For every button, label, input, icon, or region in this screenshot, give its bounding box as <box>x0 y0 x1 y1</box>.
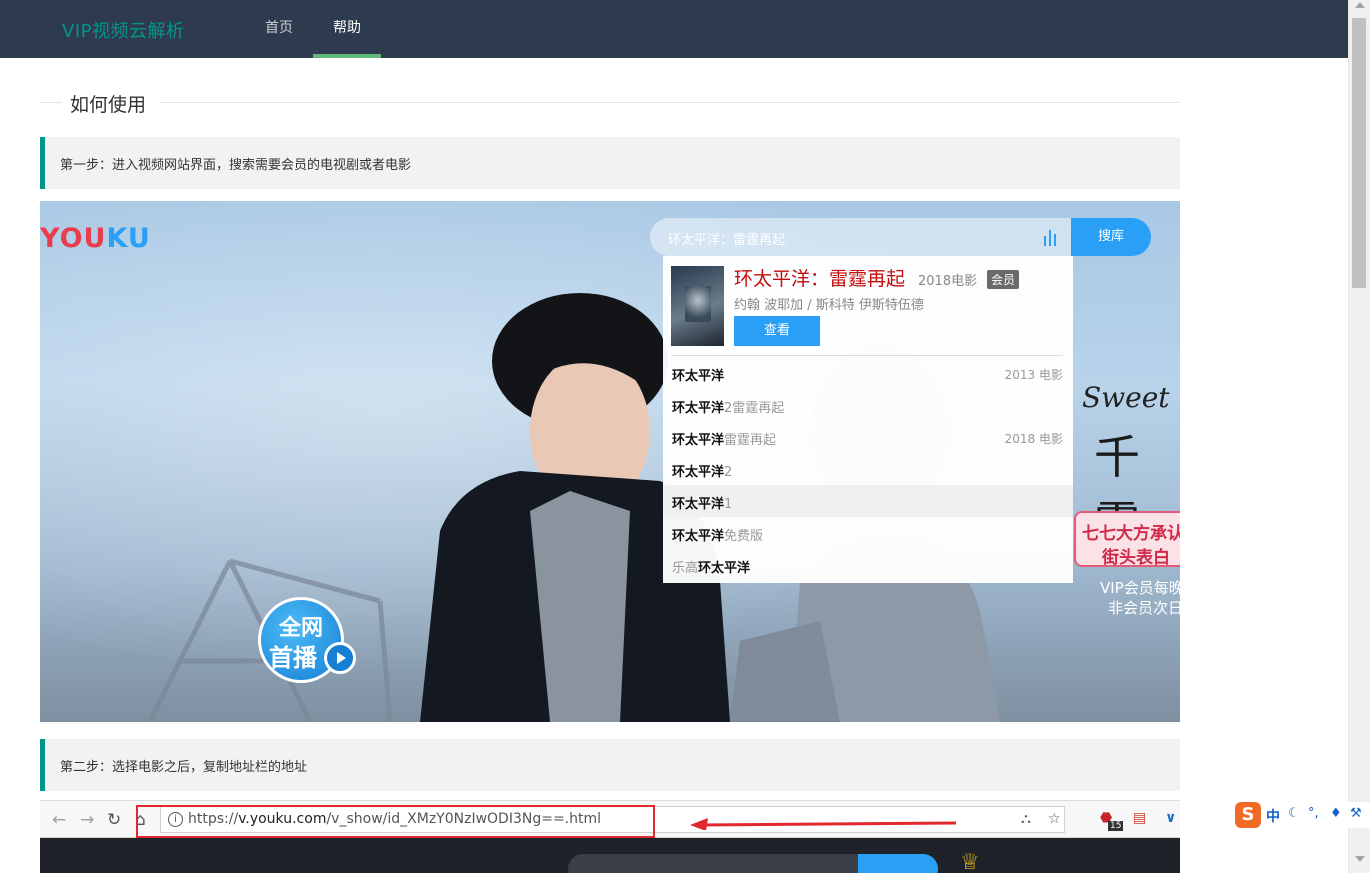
poster-caption-line2: 街头表白 <box>1102 548 1170 568</box>
scroll-down-arrow-icon[interactable] <box>1355 856 1365 862</box>
ime-toolbar[interactable]: S 中 ☾ °, ♦ ⚒ <box>1232 802 1370 828</box>
scroll-thumb[interactable] <box>1352 18 1366 288</box>
youku-logo[interactable]: YOUKU <box>40 223 151 254</box>
shirt-icon[interactable]: ♦ <box>1330 806 1342 821</box>
active-tab-indicator <box>313 54 381 58</box>
youku-logo-you: YOU <box>40 223 107 254</box>
reload-icon[interactable]: ↻ <box>107 810 121 830</box>
sogou-logo-icon[interactable]: S <box>1235 802 1261 828</box>
scroll-up-arrow-icon[interactable] <box>1355 2 1365 8</box>
suggestion-keyword: 环太平洋 <box>672 529 725 544</box>
youku-search-screenshot: YOUKU 环太平洋：雷霆再起 搜库 环太平洋：雷霆再起 2018电影 会员 约… <box>40 201 1180 722</box>
suggestion-rest: 2 <box>724 465 733 480</box>
suggestion-rest: 2雷霆再起 <box>724 401 785 416</box>
ext-badge-count: 15 <box>1108 821 1124 831</box>
suggestion-rest: 雷霆再起 <box>724 433 777 448</box>
youku-search-button[interactable]: 搜库 <box>1071 218 1151 256</box>
extension-v-icon[interactable]: ∨ <box>1165 810 1176 826</box>
youku-header-preview: ♕ <box>40 838 1180 873</box>
poster-vip-line1: VIP会员每晚 <box>1100 579 1180 597</box>
voice-bars-icon[interactable] <box>1042 228 1060 246</box>
suggestion-meta: 2013 电影 <box>1004 368 1063 382</box>
result-title[interactable]: 环太平洋：雷霆再起 <box>734 264 905 291</box>
search-suggestion-dropdown: 环太平洋：雷霆再起 2018电影 会员 约翰 波耶加 / 斯科特 伊斯特伍德 查… <box>663 256 1073 583</box>
divider <box>671 355 1063 356</box>
youku-search-button-preview <box>858 854 938 873</box>
suggestion-keyword: 环太平洋 <box>672 433 725 448</box>
nav-help-label: 帮助 <box>333 20 361 36</box>
suggestion-keyword: 环太平洋 <box>672 465 725 480</box>
notes-icon[interactable]: ▤ <box>1133 810 1146 826</box>
page-scrollbar[interactable] <box>1348 0 1370 873</box>
poster-caption-line1: 七七大方承认 <box>1082 524 1180 544</box>
suggestion-rest: 免费版 <box>724 529 764 544</box>
site-logo[interactable]: VIP视频云解析 <box>62 17 184 43</box>
punctuation-icon[interactable]: °, <box>1308 806 1319 821</box>
promo-poster[interactable]: Sweet 千零 七七大方承认 街头表白 VIP会员每晚 非会员次日 <box>1072 371 1180 621</box>
nav-home[interactable]: 首页 <box>245 0 313 58</box>
suggestion-item[interactable]: 环太平洋2 <box>663 453 1073 485</box>
movie-poster-thumbnail[interactable] <box>671 266 724 346</box>
step-2-quote: 第二步：选择电影之后，复制地址栏的地址 <box>40 739 1180 791</box>
section-title: 如何使用 <box>70 94 147 116</box>
play-triangle-icon <box>337 652 346 664</box>
shield-icon[interactable]: ⛬ <box>1021 811 1031 827</box>
suggestion-item[interactable]: 环太平洋1 <box>663 485 1073 517</box>
suggestion-prefix: 乐高 <box>672 561 699 576</box>
suggestion-keyword: 环太平洋 <box>672 497 725 512</box>
watch-button[interactable]: 查看 <box>734 316 820 346</box>
suggestion-keyword: 环太平洋 <box>672 401 725 416</box>
poster-caption-box: 七七大方承认 街头表白 <box>1074 511 1180 568</box>
back-arrow-icon[interactable]: ← <box>52 810 66 830</box>
divider <box>40 102 62 103</box>
nav-help[interactable]: 帮助 <box>313 0 381 58</box>
premiere-line2: 首播 <box>269 644 317 672</box>
moon-icon[interactable]: ☾ <box>1288 806 1300 821</box>
suggestion-keyword: 环太平洋 <box>672 369 725 384</box>
step-1-text: 第一步：进入视频网站界面，搜索需要会员的电视剧或者电影 <box>60 158 412 173</box>
suggestion-item[interactable]: 乐高环太平洋 <box>663 549 1073 581</box>
browser-toolbar: ← → ↻ ⌂ i https://v.youku.com/v_show/id_… <box>40 801 1180 838</box>
poster-vip-line2: 非会员次日 <box>1108 599 1180 617</box>
url-highlight-box <box>136 805 655 838</box>
ime-mode[interactable]: 中 <box>1266 806 1280 826</box>
suggestion-item[interactable]: 环太平洋2雷霆再起 <box>663 389 1073 421</box>
play-icon[interactable] <box>324 642 356 674</box>
youku-logo-ku: KU <box>106 223 151 254</box>
suggestion-keyword: 环太平洋 <box>698 561 751 576</box>
suggestion-meta: 2018 电影 <box>1004 432 1063 446</box>
suggestion-item[interactable]: 环太平洋雷霆再起 2018 电影 <box>663 421 1073 453</box>
wrench-icon[interactable]: ⚒ <box>1350 806 1362 821</box>
suggestion-item[interactable]: 环太平洋免费版 <box>663 517 1073 549</box>
section-header: 如何使用 <box>40 88 1180 118</box>
top-navbar: VIP视频云解析 首页 帮助 <box>0 0 1348 58</box>
bookmark-star-icon[interactable]: ☆ <box>1048 811 1061 827</box>
divider <box>160 102 1180 103</box>
result-year-type: 2018电影 <box>918 274 978 289</box>
crown-icon: ♕ <box>960 850 980 873</box>
forward-arrow-icon[interactable]: → <box>80 810 94 830</box>
suggestion-item[interactable]: 环太平洋 2013 电影 <box>663 357 1073 389</box>
poster-sweet-text: Sweet <box>1082 381 1170 414</box>
step-2-text: 第二步：选择电影之后，复制地址栏的地址 <box>60 760 308 775</box>
result-cast: 约翰 波耶加 / 斯科特 伊斯特伍德 <box>734 298 924 313</box>
suggestion-rest: 1 <box>724 497 733 512</box>
step-1-quote: 第一步：进入视频网站界面，搜索需要会员的电视剧或者电影 <box>40 137 1180 189</box>
member-badge: 会员 <box>987 270 1020 289</box>
browser-addressbar-screenshot: ← → ↻ ⌂ i https://v.youku.com/v_show/id_… <box>40 800 1180 873</box>
red-arrow-icon <box>690 818 957 830</box>
youku-search-text: 环太平洋：雷霆再起 <box>668 233 786 248</box>
